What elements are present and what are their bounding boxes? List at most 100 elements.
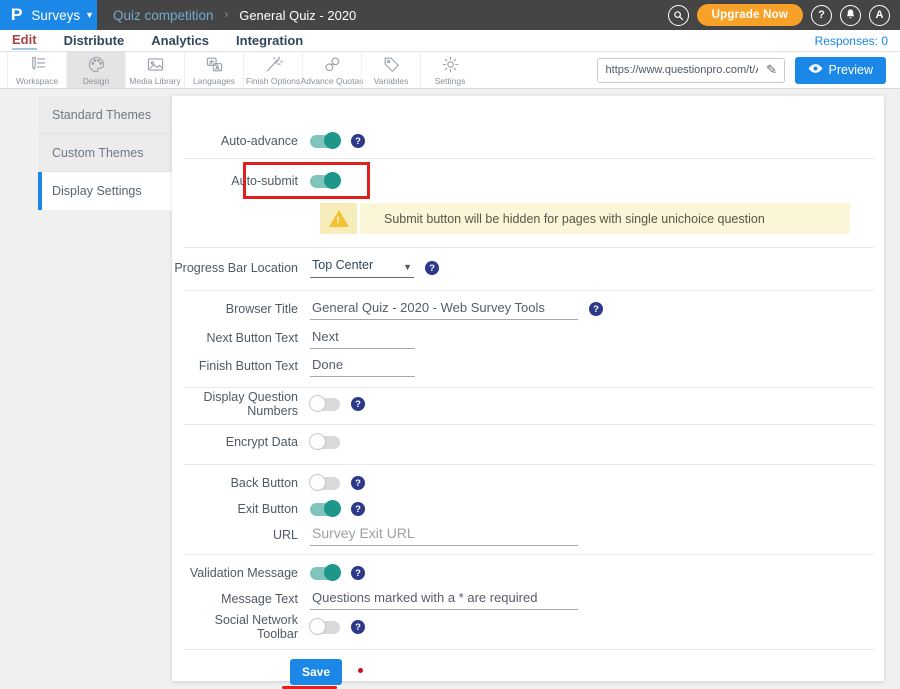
eye-icon (808, 63, 823, 77)
top-header-bar: P Surveys ▼ Quiz competition › General Q… (0, 0, 900, 30)
design-palette-icon (87, 55, 106, 74)
search-button[interactable] (668, 5, 689, 26)
social-network-toolbar-row: Social Network Toolbar ? (172, 614, 884, 640)
chevron-down-icon: ▼ (85, 10, 94, 20)
display-question-numbers-label: Display Question Numbers (172, 390, 310, 418)
help-button[interactable]: ? (811, 5, 832, 26)
auto-advance-toggle[interactable] (310, 135, 340, 148)
tab-distribute[interactable]: Distribute (64, 33, 125, 48)
annotation-red-dot (358, 668, 363, 673)
finish-button-text-label: Finish Button Text (172, 359, 310, 373)
back-button-row: Back Button ? (172, 470, 884, 496)
exit-button-label: Exit Button (172, 502, 310, 516)
auto-submit-row: Auto-submit (172, 168, 884, 194)
progress-bar-location-row: Progress Bar Location Top Center ▼ ? (172, 255, 884, 281)
help-icon[interactable]: ? (351, 397, 365, 411)
surveys-product-menu[interactable]: P Surveys ▼ (0, 0, 97, 30)
exit-url-label: URL (172, 528, 310, 542)
exit-url-input[interactable] (310, 524, 578, 546)
browser-title-input[interactable] (310, 298, 578, 320)
sidebar-item-standard-themes[interactable]: Standard Themes (38, 96, 172, 134)
divider (184, 247, 874, 248)
breadcrumb-survey-name: General Quiz - 2020 (239, 8, 356, 23)
auto-submit-warning: Submit button will be hidden for pages w… (320, 203, 850, 234)
design-sidebar: Standard Themes Custom Themes Display Se… (38, 96, 172, 210)
save-section: Save (290, 659, 490, 683)
divider (184, 649, 874, 650)
warning-message: Submit button will be hidden for pages w… (360, 203, 765, 234)
display-question-numbers-row: Display Question Numbers ? (172, 391, 884, 417)
display-settings-panel: Auto-advance ? Auto-submit Submit button… (172, 96, 884, 681)
sidebar-item-display-settings[interactable]: Display Settings (38, 172, 172, 210)
back-button-label: Back Button (172, 476, 310, 490)
chevron-down-icon: ▼ (403, 262, 412, 272)
social-network-toolbar-label: Social Network Toolbar (172, 613, 310, 641)
survey-share-url-box: ✎ (597, 58, 785, 83)
message-text-input[interactable] (310, 588, 578, 610)
finish-button-text-row: Finish Button Text (172, 353, 884, 379)
gear-icon (441, 55, 460, 74)
toolbar-item-advance-quotas[interactable]: Advance Quotas (302, 52, 361, 88)
survey-url-input[interactable] (598, 64, 760, 76)
save-button[interactable]: Save (290, 659, 342, 685)
avatar[interactable]: A (869, 5, 890, 26)
toolbar-item-design[interactable]: Design (66, 52, 125, 88)
exit-button-row: Exit Button ? (172, 496, 884, 522)
divider (184, 424, 874, 425)
toolbar-item-settings[interactable]: Settings (420, 52, 479, 88)
edit-url-button[interactable]: ✎ (760, 59, 784, 82)
surveys-menu-label: Surveys (31, 8, 80, 23)
browser-title-row: Browser Title ? (172, 296, 884, 322)
breadcrumb: Quiz competition › General Quiz - 2020 (97, 0, 668, 30)
search-icon (673, 10, 684, 21)
auto-advance-row: Auto-advance ? (172, 128, 884, 154)
help-icon[interactable]: ? (351, 134, 365, 148)
divider (184, 290, 874, 291)
toolbar-item-languages[interactable]: Languages (184, 52, 243, 88)
back-button-toggle[interactable] (310, 477, 340, 490)
breadcrumb-separator-icon: › (225, 9, 229, 21)
help-icon[interactable]: ? (351, 620, 365, 634)
toolbar-item-variables[interactable]: Variables (361, 52, 420, 88)
toolbar-item-workspace[interactable]: Workspace (7, 52, 66, 88)
browser-title-label: Browser Title (172, 302, 310, 316)
notifications-button[interactable] (840, 5, 861, 26)
sidebar-item-custom-themes[interactable]: Custom Themes (38, 134, 172, 172)
help-icon[interactable]: ? (351, 566, 365, 580)
chain-links-icon (323, 55, 342, 74)
questionpro-logo: P (11, 5, 23, 25)
tag-icon (382, 55, 401, 74)
validation-message-toggle[interactable] (310, 567, 340, 580)
help-icon[interactable]: ? (425, 261, 439, 275)
workspace-icon (28, 55, 47, 74)
divider (184, 554, 874, 555)
validation-message-label: Validation Message (172, 566, 310, 580)
progress-bar-location-select[interactable]: Top Center ▼ (310, 258, 414, 278)
tab-edit[interactable]: Edit (12, 32, 37, 50)
finish-button-text-input[interactable] (310, 355, 415, 377)
social-network-toolbar-toggle[interactable] (310, 621, 340, 634)
help-icon[interactable]: ? (351, 476, 365, 490)
next-button-text-input[interactable] (310, 327, 415, 349)
auto-submit-toggle[interactable] (310, 175, 340, 188)
upgrade-now-button[interactable]: Upgrade Now (697, 4, 803, 26)
message-text-label: Message Text (172, 592, 310, 606)
display-question-numbers-toggle[interactable] (310, 398, 340, 411)
tab-analytics[interactable]: Analytics (151, 33, 209, 48)
tab-integration[interactable]: Integration (236, 33, 303, 48)
preview-button[interactable]: Preview (795, 57, 886, 84)
next-button-text-label: Next Button Text (172, 331, 310, 345)
breadcrumb-folder[interactable]: Quiz competition (113, 8, 214, 23)
toolbar-item-finish-options[interactable]: Finish Options (243, 52, 302, 88)
toolbar-item-media-library[interactable]: Media Library (125, 52, 184, 88)
help-icon[interactable]: ? (351, 502, 365, 516)
help-icon[interactable]: ? (589, 302, 603, 316)
auto-submit-label: Auto-submit (172, 174, 310, 188)
exit-url-row: URL (172, 522, 884, 548)
divider (184, 158, 874, 159)
exit-button-toggle[interactable] (310, 503, 340, 516)
responses-count[interactable]: Responses: 0 (815, 34, 888, 48)
validation-message-row: Validation Message ? (172, 560, 884, 586)
magic-wand-icon (264, 55, 283, 74)
encrypt-data-toggle[interactable] (310, 436, 340, 449)
